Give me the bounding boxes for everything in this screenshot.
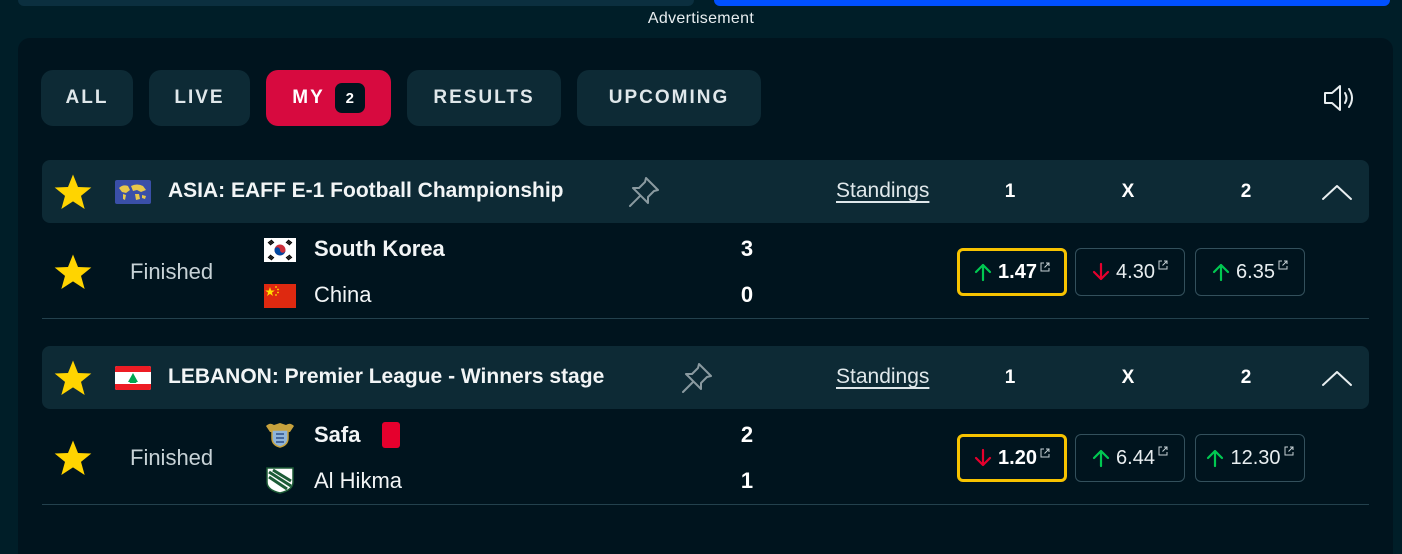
odd-value: 1.20 — [998, 446, 1037, 469]
pin-icon[interactable] — [626, 174, 662, 210]
star-icon[interactable] — [53, 358, 93, 398]
home-team-name[interactable]: South Korea — [314, 236, 445, 262]
south-korea-flag-icon — [264, 238, 296, 262]
tab-results[interactable]: RESULTS — [407, 70, 561, 126]
odd-home-button[interactable]: 1.47 — [957, 248, 1067, 296]
chevron-up-icon[interactable] — [1319, 180, 1355, 204]
external-link-icon — [1040, 448, 1050, 458]
odd-draw-button[interactable]: 4.30 — [1075, 248, 1185, 296]
standings-link[interactable]: Standings — [836, 365, 929, 389]
lebanon-flag-icon — [115, 366, 151, 390]
arrow-up-icon — [1207, 449, 1224, 468]
speaker-icon — [1324, 85, 1353, 111]
odd-away-button[interactable]: 12.30 — [1195, 434, 1305, 482]
arrow-up-icon — [974, 263, 992, 282]
arrow-down-icon — [974, 448, 992, 467]
safa-crest-icon — [266, 423, 294, 448]
odds-header-away: 2 — [1240, 367, 1252, 388]
tab-upcoming[interactable]: UPCOMING — [577, 70, 761, 126]
world-flag-icon — [115, 180, 151, 204]
odd-away-button[interactable]: 6.35 — [1195, 248, 1305, 296]
tab-my-label: MY — [292, 87, 325, 108]
row-divider — [42, 318, 1369, 319]
red-card-icon — [382, 422, 400, 448]
tab-all-label: ALL — [65, 87, 109, 108]
external-link-icon — [1040, 262, 1050, 272]
league-name[interactable]: ASIA: EAFF E-1 Football Championship — [168, 179, 564, 203]
match-status: Finished — [130, 259, 214, 284]
star-icon[interactable] — [53, 252, 93, 292]
away-score: 1 — [740, 468, 754, 493]
odds-header-draw: X — [1121, 367, 1135, 388]
odd-home-button[interactable]: 1.20 — [957, 434, 1067, 482]
tab-results-label: RESULTS — [433, 87, 535, 108]
odds-header-draw: X — [1121, 181, 1135, 202]
top-banner-left — [18, 0, 694, 6]
odds-header-home: 1 — [1004, 181, 1016, 202]
standings-link[interactable]: Standings — [836, 179, 929, 203]
odds-header-away: 2 — [1240, 181, 1252, 202]
star-icon[interactable] — [53, 438, 93, 478]
odd-value: 1.47 — [998, 260, 1037, 283]
odd-value: 6.35 — [1236, 260, 1275, 283]
odd-value: 12.30 — [1230, 446, 1281, 469]
advertisement-label: Advertisement — [647, 10, 755, 27]
league-name[interactable]: LEBANON: Premier League - Winners stage — [168, 365, 604, 389]
external-link-icon — [1284, 446, 1294, 456]
arrow-down-icon — [1092, 262, 1110, 281]
odd-draw-button[interactable]: 6.44 — [1075, 434, 1185, 482]
external-link-icon — [1278, 260, 1288, 270]
chevron-up-icon[interactable] — [1319, 366, 1355, 390]
tab-upcoming-label: UPCOMING — [608, 87, 730, 108]
match-status: Finished — [130, 445, 214, 470]
away-team-name[interactable]: China — [314, 282, 371, 308]
tab-live[interactable]: LIVE — [149, 70, 250, 126]
al-hikma-crest-icon — [266, 467, 294, 494]
row-divider — [42, 504, 1369, 505]
star-icon[interactable] — [53, 172, 93, 212]
tab-my-count-badge: 2 — [334, 83, 365, 113]
away-score: 0 — [740, 282, 754, 307]
home-score: 2 — [740, 422, 754, 447]
sound-toggle-button[interactable] — [1318, 78, 1362, 118]
home-team-name[interactable]: Safa — [314, 422, 360, 448]
tab-all[interactable]: ALL — [41, 70, 133, 126]
tab-live-label: LIVE — [174, 87, 225, 108]
arrow-up-icon — [1092, 449, 1110, 468]
external-link-icon — [1158, 260, 1168, 270]
china-flag-icon — [264, 284, 296, 308]
odd-value: 6.44 — [1116, 446, 1155, 469]
home-score: 3 — [740, 236, 754, 261]
external-link-icon — [1158, 446, 1168, 456]
away-team-name[interactable]: Al Hikma — [314, 468, 402, 494]
arrow-up-icon — [1212, 263, 1230, 282]
odd-value: 4.30 — [1116, 260, 1155, 283]
odds-header-home: 1 — [1004, 367, 1016, 388]
tab-my[interactable]: MY 2 — [266, 70, 391, 126]
pin-icon[interactable] — [679, 360, 715, 396]
top-banner-right[interactable] — [714, 0, 1390, 6]
